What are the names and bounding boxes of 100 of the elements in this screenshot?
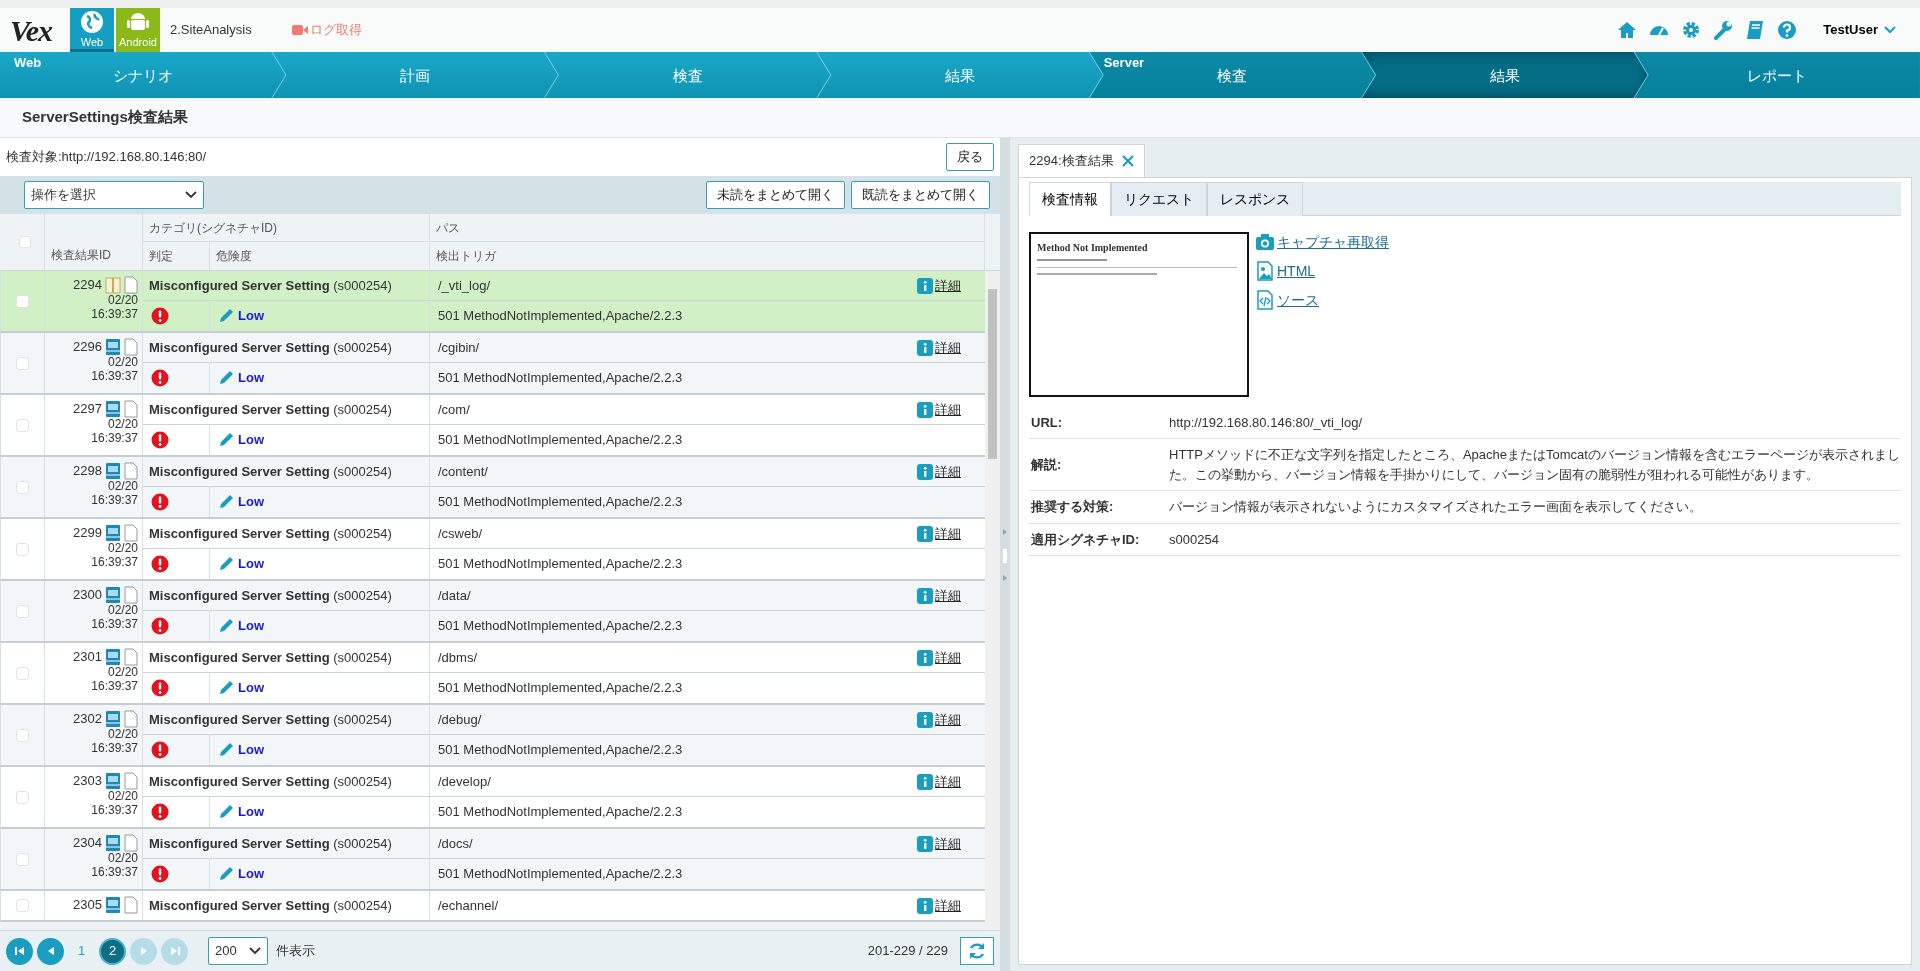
source-link[interactable]: ソース xyxy=(1255,289,1389,311)
chevron-down-icon xyxy=(249,947,261,955)
trigger-text: 501 MethodNotImplemented,Apache/2.2.3 xyxy=(438,803,683,822)
row-background[interactable] xyxy=(0,643,985,705)
scan-target: 検査対象:http://192.168.80.146:80/ xyxy=(6,148,207,167)
detail-link[interactable]: 詳細 xyxy=(917,833,961,854)
detail-link[interactable]: 詳細 xyxy=(917,337,961,358)
info-value: バージョン情報が表示されないようにカスタマイズされたエラー画面を表示してください。 xyxy=(1169,491,1901,524)
result-date: 02/20 xyxy=(107,542,138,556)
category-text: Misconfigured Server Setting (s000254) xyxy=(143,705,430,734)
category-text: Misconfigured Server Setting (s000254) xyxy=(143,643,430,672)
bulk-open-button[interactable]: 既読をまとめて開く xyxy=(851,181,990,209)
page-button[interactable]: 2 xyxy=(99,937,126,965)
document-icon xyxy=(124,338,138,356)
info-value: http://192.168.80.146:80/_vti_log/ xyxy=(1169,406,1901,439)
error-icon xyxy=(151,741,169,759)
info-label: 適用シグネチャID: xyxy=(1029,523,1169,556)
previous-page-button[interactable] xyxy=(37,937,64,965)
row-background[interactable] xyxy=(0,705,985,767)
info-tab[interactable]: レスポンス xyxy=(1207,181,1303,216)
first-page-button[interactable] xyxy=(6,937,33,965)
column-header: 判定 xyxy=(149,248,173,265)
project-name: 2.SiteAnalysis xyxy=(170,21,252,40)
detail-tab[interactable]: 2294:検査結果 xyxy=(1018,144,1145,177)
row-background[interactable] xyxy=(0,767,985,829)
row-background[interactable] xyxy=(0,395,985,457)
row-background[interactable] xyxy=(0,333,985,395)
info-tab[interactable]: 検査情報 xyxy=(1029,181,1111,216)
info-tab[interactable]: リクエスト xyxy=(1111,181,1207,216)
page-size-select[interactable]: 200 xyxy=(208,937,268,965)
error-icon xyxy=(151,555,169,573)
detail-link[interactable]: 詳細 xyxy=(917,399,961,420)
pencil-icon xyxy=(218,866,234,882)
category-text: Misconfigured Server Setting (s000254) xyxy=(143,829,430,858)
detail-link[interactable]: 詳細 xyxy=(917,585,961,606)
severity-label: Low xyxy=(218,678,264,698)
info-label: 推奨する対策: xyxy=(1029,491,1169,524)
html-link[interactable]: HTML xyxy=(1255,260,1389,282)
user-menu[interactable]: TestUser xyxy=(1817,19,1902,41)
help-icon[interactable] xyxy=(1777,20,1798,40)
path-text: /cgibin/ xyxy=(438,338,480,357)
result-date: 02/20 xyxy=(107,480,138,494)
detail-link[interactable]: 詳細 xyxy=(917,709,961,730)
row-background[interactable] xyxy=(0,271,985,333)
document-icon xyxy=(124,586,138,604)
row-background[interactable] xyxy=(0,581,985,643)
result-date: 02/20 xyxy=(107,604,138,618)
back-button[interactable]: 戻る xyxy=(946,143,994,171)
step-tab[interactable]: 結果 xyxy=(1362,52,1648,98)
logo: Vex xyxy=(10,12,52,49)
error-icon xyxy=(151,493,169,511)
result-time: 16:39:37 xyxy=(91,741,138,756)
result-id: 2294 xyxy=(73,277,102,293)
result-date: 02/20 xyxy=(107,356,138,370)
detail-link[interactable]: 詳細 xyxy=(917,523,961,544)
pencil-icon xyxy=(218,308,234,324)
triangle-right-icon xyxy=(138,946,149,956)
document-icon xyxy=(124,462,138,480)
select-all-checkbox[interactable] xyxy=(19,236,31,248)
step-tab[interactable]: レポート xyxy=(1634,52,1920,98)
document-icon xyxy=(124,276,138,294)
severity-label: Low xyxy=(218,740,264,760)
action-select[interactable]: 操作を選択 xyxy=(24,181,204,209)
skip-forward-icon xyxy=(169,946,180,956)
detail-link[interactable]: 詳細 xyxy=(917,647,961,668)
result-id: 2298 xyxy=(73,463,102,479)
result-time: 16:39:37 xyxy=(91,431,138,446)
video-camera-icon xyxy=(291,24,308,36)
row-background[interactable] xyxy=(0,457,985,519)
row-background[interactable] xyxy=(0,891,985,922)
row-background[interactable] xyxy=(0,519,985,581)
settings-icon[interactable] xyxy=(1681,20,1702,40)
recapture-link[interactable]: キャプチャ再取得 xyxy=(1255,231,1389,253)
bulk-open-button[interactable]: 未読をまとめて開く xyxy=(706,181,845,209)
result-time: 16:39:37 xyxy=(91,865,138,880)
result-id: 2303 xyxy=(73,773,102,789)
scrollbar[interactable] xyxy=(985,271,1000,930)
detail-link[interactable]: 詳細 xyxy=(917,771,961,792)
pencil-icon xyxy=(218,618,234,634)
category-text: Misconfigured Server Setting (s000254) xyxy=(143,519,430,548)
home-icon[interactable] xyxy=(1617,20,1638,40)
skip-back-icon xyxy=(14,946,25,956)
pencil-icon xyxy=(218,804,234,820)
result-time: 16:39:37 xyxy=(91,617,138,632)
path-text: /docs/ xyxy=(438,834,473,853)
path-text: /com/ xyxy=(438,400,470,419)
row-background[interactable] xyxy=(0,829,985,891)
wrench-icon[interactable] xyxy=(1713,20,1734,40)
detail-link[interactable]: 詳細 xyxy=(917,461,961,482)
close-icon[interactable] xyxy=(1121,154,1134,167)
category-text: Misconfigured Server Setting (s000254) xyxy=(143,333,430,362)
refresh-button[interactable] xyxy=(960,937,994,965)
trigger-text: 501 MethodNotImplemented,Apache/2.2.3 xyxy=(438,741,683,760)
detail-link[interactable]: 詳細 xyxy=(917,895,961,916)
book-icon[interactable] xyxy=(1745,20,1766,40)
detail-link[interactable]: 詳細 xyxy=(917,275,961,296)
result-time: 16:39:37 xyxy=(91,493,138,508)
code-file-icon xyxy=(1255,290,1275,310)
category-text: Misconfigured Server Setting (s000254) xyxy=(143,767,430,796)
column-header: 検出トリガ xyxy=(436,248,496,265)
